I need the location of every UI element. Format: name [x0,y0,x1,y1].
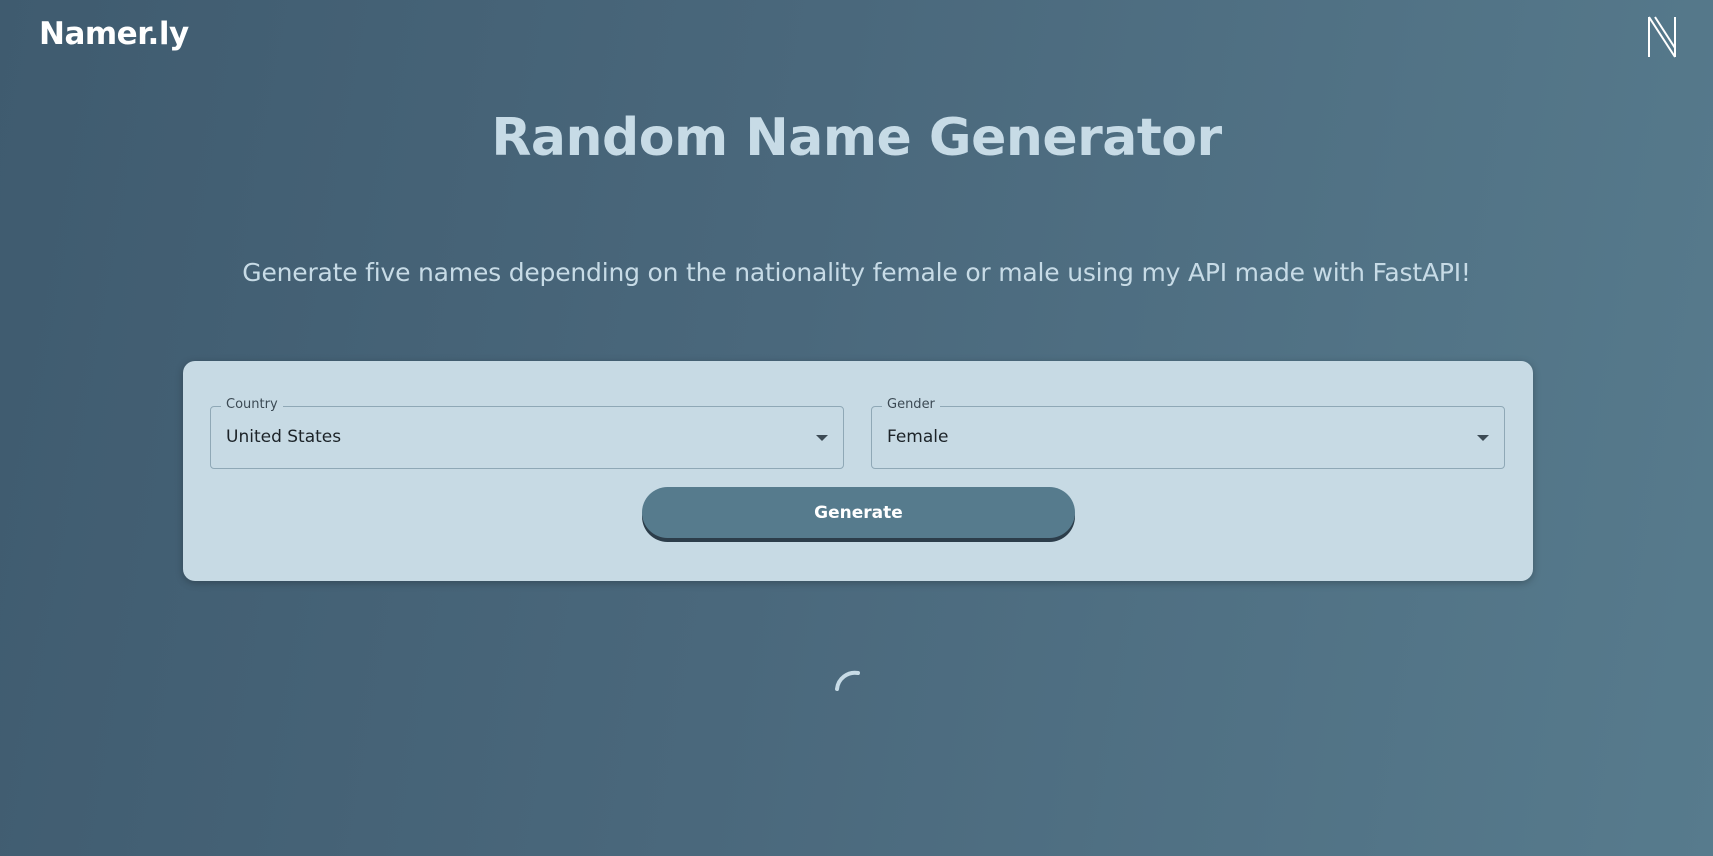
country-label: Country [221,397,283,412]
chevron-down-icon [816,435,828,441]
loading-spinner-icon [835,670,860,691]
page-title: Random Name Generator [491,108,1222,168]
brand-logo[interactable]: Namer.ly [39,16,189,52]
gender-label: Gender [882,397,940,412]
gender-value: Female [887,427,949,447]
generate-button[interactable]: Generate [642,487,1075,538]
country-select[interactable]: Country United States [210,397,844,469]
country-value: United States [226,427,342,447]
gender-select[interactable]: Gender Female [871,397,1505,469]
generator-form-card: Country United States Gender Female Gene… [183,361,1533,581]
page-subtitle: Generate five names depending on the nat… [242,258,1471,287]
n-logo-icon[interactable] [1645,14,1679,60]
chevron-down-icon [1477,435,1489,441]
